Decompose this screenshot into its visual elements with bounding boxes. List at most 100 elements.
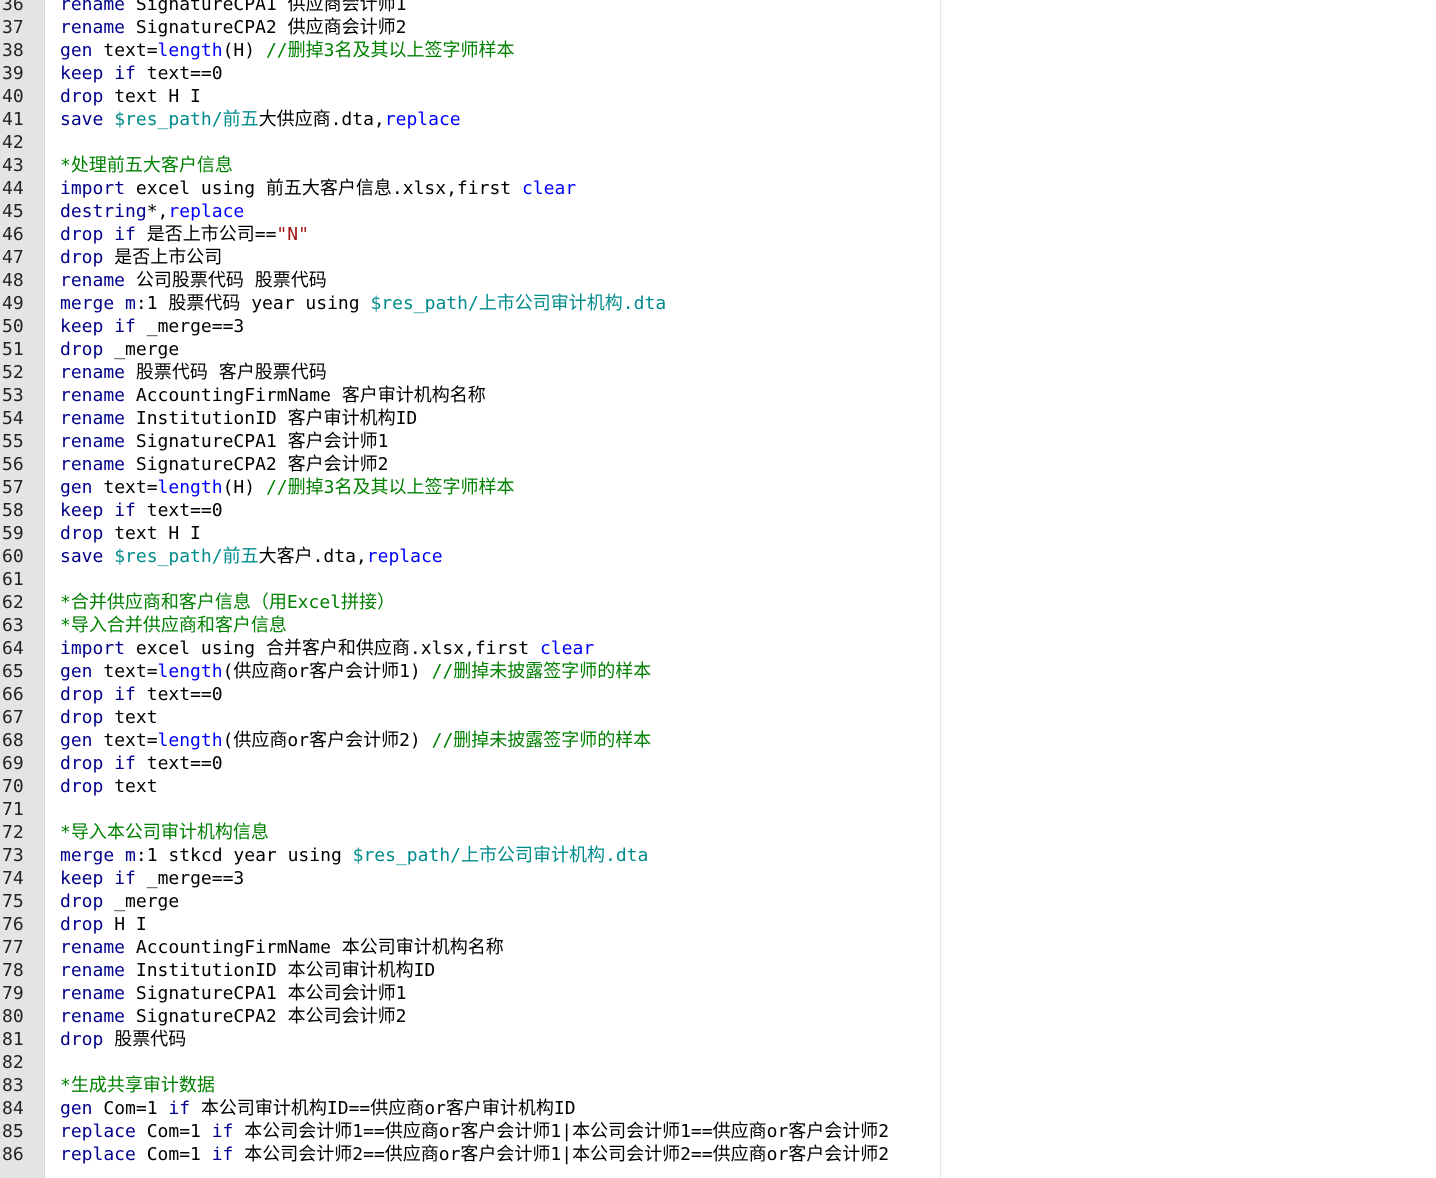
code-text-content[interactable]: drop text H I [60,522,201,545]
code-text-content[interactable]: gen text=length(H) //删掉3名及其以上签字师样本 [60,39,514,62]
code-text-content[interactable]: drop text H I [60,85,201,108]
code-text-content[interactable]: import excel using 合并客户和供应商.xlsx,first c… [60,637,594,660]
code-text-content[interactable]: gen text=length(供应商or客户会计师2) //删掉未披露签字师的… [60,729,651,752]
code-line[interactable]: 82 [0,1051,1436,1074]
code-line[interactable]: 50 keep if _merge==3 [0,315,1436,338]
code-line[interactable]: 67 drop text [0,706,1436,729]
code-line[interactable]: 76 drop H I [0,913,1436,936]
code-line[interactable]: 75 drop _merge [0,890,1436,913]
code-text-content[interactable]: save $res_path/前五大客户.dta,replace [60,545,443,568]
code-line[interactable]: 74 keep if _merge==3 [0,867,1436,890]
code-text-content[interactable]: *导入本公司审计机构信息 [60,821,269,844]
code-text-content[interactable]: drop H I [60,913,147,936]
code-text-content[interactable]: gen text=length(供应商or客户会计师1) //删掉未披露签字师的… [60,660,651,683]
code-line[interactable]: 37 rename SignatureCPA2 供应商会计师2 [0,16,1436,39]
code-line[interactable]: 46 drop if 是否上市公司=="N" [0,223,1436,246]
code-text-content[interactable]: rename AccountingFirmName 客户审计机构名称 [60,384,486,407]
code-line[interactable]: 65 gen text=length(供应商or客户会计师1) //删掉未披露签字… [0,660,1436,683]
code-text-content[interactable]: merge m:1 stkcd year using $res_path/上市公… [60,844,648,867]
code-text-content[interactable]: save $res_path/前五大供应商.dta,replace [60,108,461,131]
code-text-content[interactable]: drop text [60,706,158,729]
code-line[interactable]: 38 gen text=length(H) //删掉3名及其以上签字师样本 [0,39,1436,62]
code-line[interactable]: 81 drop 股票代码 [0,1028,1436,1051]
code-line[interactable]: 36 rename SignatureCPA1 供应商会计师1 [0,0,1436,16]
code-line[interactable]: 78 rename InstitutionID 本公司审计机构ID [0,959,1436,982]
code-text-content[interactable]: rename SignatureCPA2 本公司会计师2 [60,1005,406,1028]
code-line[interactable]: 56 rename SignatureCPA2 客户会计师2 [0,453,1436,476]
code-text-content[interactable]: drop if text==0 [60,752,223,775]
code-line[interactable]: 61 [0,568,1436,591]
code-line[interactable]: 49 merge m:1 股票代码 year using $res_path/上市… [0,292,1436,315]
code-line[interactable]: 42 [0,131,1436,154]
code-text-content[interactable]: *生成共享审计数据 [60,1074,215,1097]
code-editor[interactable]: 36 rename SignatureCPA1 供应商会计师1 37 rename S… [0,0,1436,1178]
code-text-content[interactable]: rename SignatureCPA1 本公司会计师1 [60,982,406,1005]
code-line[interactable]: 40 drop text H I [0,85,1436,108]
code-line[interactable]: 54 rename InstitutionID 客户审计机构ID [0,407,1436,430]
code-line[interactable]: 66 drop if text==0 [0,683,1436,706]
code-line[interactable]: 59 drop text H I [0,522,1436,545]
code-line[interactable]: 85 replace Com=1 if 本公司会计师1==供应商or客户会计师1|… [0,1120,1436,1143]
code-line[interactable]: 83 *生成共享审计数据 [0,1074,1436,1097]
code-line[interactable]: 52 rename 股票代码 客户股票代码 [0,361,1436,384]
code-text-content[interactable]: gen text=length(H) //删掉3名及其以上签字师样本 [60,476,514,499]
code-text-content[interactable]: rename SignatureCPA2 客户会计师2 [60,453,388,476]
code-line[interactable]: 69 drop if text==0 [0,752,1436,775]
code-text-content[interactable]: drop 是否上市公司 [60,246,222,269]
code-text-content[interactable]: rename SignatureCPA2 供应商会计师2 [60,16,406,39]
code-text-content[interactable]: keep if _merge==3 [60,867,244,890]
code-text-content[interactable]: drop _merge [60,890,179,913]
code-line[interactable]: 44 import excel using 前五大客户信息.xlsx,first … [0,177,1436,200]
code-text-content[interactable]: gen Com=1 if 本公司审计机构ID==供应商or客户审计机构ID [60,1097,576,1120]
code-text-content[interactable]: merge m:1 股票代码 year using $res_path/上市公司… [60,292,666,315]
code-line[interactable]: 64 import excel using 合并客户和供应商.xlsx,first… [0,637,1436,660]
code-text-content[interactable]: drop text [60,775,158,798]
code-line[interactable]: 55 rename SignatureCPA1 客户会计师1 [0,430,1436,453]
code-text-content[interactable]: rename InstitutionID 本公司审计机构ID [60,959,435,982]
code-line[interactable]: 80 rename SignatureCPA2 本公司会计师2 [0,1005,1436,1028]
code-line[interactable]: 79 rename SignatureCPA1 本公司会计师1 [0,982,1436,1005]
code-text-content[interactable]: import excel using 前五大客户信息.xlsx,first cl… [60,177,576,200]
code-line[interactable]: 58 keep if text==0 [0,499,1436,522]
code-text-content[interactable]: rename 股票代码 客户股票代码 [60,361,327,384]
code-line[interactable]: 86 replace Com=1 if 本公司会计师2==供应商or客户会计师1|… [0,1143,1436,1166]
code-text-content[interactable]: replace Com=1 if 本公司会计师1==供应商or客户会计师1|本公… [60,1120,889,1143]
code-text-content[interactable]: rename SignatureCPA1 供应商会计师1 [60,0,406,16]
code-text-content[interactable]: rename 公司股票代码 股票代码 [60,269,327,292]
code-line[interactable]: 53 rename AccountingFirmName 客户审计机构名称 [0,384,1436,407]
code-line[interactable]: 77 rename AccountingFirmName 本公司审计机构名称 [0,936,1436,959]
code-line[interactable]: 41 save $res_path/前五大供应商.dta,replace [0,108,1436,131]
code-text-content[interactable]: rename InstitutionID 客户审计机构ID [60,407,417,430]
code-line[interactable]: 71 [0,798,1436,821]
code-line[interactable]: 45 destring*,replace [0,200,1436,223]
code-text-content[interactable]: destring*,replace [60,200,244,223]
code-text-content[interactable]: *导入合并供应商和客户信息 [60,614,287,637]
code-line[interactable]: 73 merge m:1 stkcd year using $res_path/上… [0,844,1436,867]
code-line[interactable]: 63 *导入合并供应商和客户信息 [0,614,1436,637]
code-line[interactable]: 84 gen Com=1 if 本公司审计机构ID==供应商or客户审计机构ID [0,1097,1436,1120]
code-text-content[interactable]: drop _merge [60,338,179,361]
code-line[interactable]: 39 keep if text==0 [0,62,1436,85]
code-text-content[interactable]: drop if text==0 [60,683,223,706]
code-line[interactable]: 72 *导入本公司审计机构信息 [0,821,1436,844]
code-text-content[interactable]: keep if text==0 [60,499,223,522]
code-line[interactable]: 62 *合并供应商和客户信息（用Excel拼接） [0,591,1436,614]
code-line[interactable]: 47 drop 是否上市公司 [0,246,1436,269]
code-text-content[interactable]: drop 股票代码 [60,1028,186,1051]
code-lines[interactable]: 36 rename SignatureCPA1 供应商会计师1 37 rename S… [0,0,1436,1166]
code-text-content[interactable]: keep if text==0 [60,62,223,85]
code-line[interactable]: 68 gen text=length(供应商or客户会计师2) //删掉未披露签字… [0,729,1436,752]
code-text-content[interactable]: drop if 是否上市公司=="N" [60,223,309,246]
code-line[interactable]: 51 drop _merge [0,338,1436,361]
code-text-content[interactable]: rename SignatureCPA1 客户会计师1 [60,430,388,453]
code-text-content[interactable]: replace Com=1 if 本公司会计师2==供应商or客户会计师1|本公… [60,1143,889,1166]
code-line[interactable]: 57 gen text=length(H) //删掉3名及其以上签字师样本 [0,476,1436,499]
code-line[interactable]: 70 drop text [0,775,1436,798]
code-line[interactable]: 43 *处理前五大客户信息 [0,154,1436,177]
code-text-content[interactable]: keep if _merge==3 [60,315,244,338]
code-line[interactable]: 60 save $res_path/前五大客户.dta,replace [0,545,1436,568]
code-text-content[interactable]: *合并供应商和客户信息（用Excel拼接） [60,591,395,614]
code-line[interactable]: 48 rename 公司股票代码 股票代码 [0,269,1436,292]
code-text-content[interactable]: *处理前五大客户信息 [60,154,233,177]
code-text-content[interactable]: rename AccountingFirmName 本公司审计机构名称 [60,936,504,959]
